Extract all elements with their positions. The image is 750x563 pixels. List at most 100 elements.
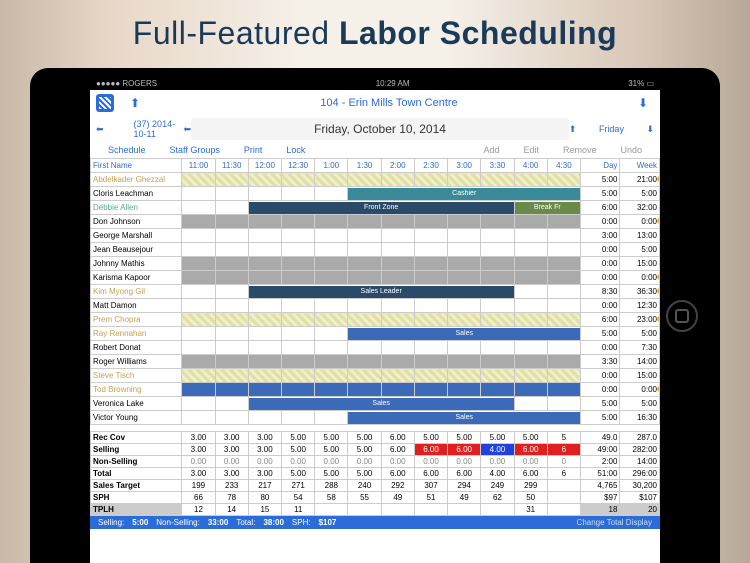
time-cell[interactable] xyxy=(514,271,547,285)
time-cell[interactable] xyxy=(315,313,348,327)
time-cell[interactable] xyxy=(282,229,315,243)
staff-name[interactable]: Cloris Leachman xyxy=(91,187,182,201)
time-cell[interactable] xyxy=(414,229,447,243)
shift-bar[interactable]: Sales xyxy=(348,327,581,341)
schedule-table[interactable]: First Name11:0011:3012:0012:301:001:302:… xyxy=(90,158,660,425)
col-time[interactable]: 4:30 xyxy=(547,159,580,173)
time-cell[interactable] xyxy=(547,299,580,313)
staff-name[interactable]: Debbie Allen xyxy=(91,201,182,215)
time-cell[interactable] xyxy=(248,187,281,201)
time-cell[interactable] xyxy=(481,299,514,313)
time-cell[interactable] xyxy=(514,257,547,271)
time-cell[interactable] xyxy=(215,285,248,299)
time-cell[interactable] xyxy=(414,313,447,327)
time-cell[interactable] xyxy=(481,271,514,285)
col-time[interactable]: 3:30 xyxy=(481,159,514,173)
time-cell[interactable] xyxy=(282,187,315,201)
time-cell[interactable] xyxy=(282,355,315,369)
time-cell[interactable] xyxy=(182,411,215,425)
time-cell[interactable] xyxy=(448,215,481,229)
time-cell[interactable] xyxy=(282,271,315,285)
col-time[interactable]: 2:30 xyxy=(414,159,447,173)
time-cell[interactable] xyxy=(248,355,281,369)
time-cell[interactable] xyxy=(282,341,315,355)
time-cell[interactable] xyxy=(381,173,414,187)
time-cell[interactable] xyxy=(381,313,414,327)
time-cell[interactable] xyxy=(448,299,481,313)
time-cell[interactable] xyxy=(381,299,414,313)
time-cell[interactable] xyxy=(215,201,248,215)
time-cell[interactable] xyxy=(248,173,281,187)
time-cell[interactable] xyxy=(182,201,215,215)
time-cell[interactable] xyxy=(315,369,348,383)
time-cell[interactable] xyxy=(381,229,414,243)
next-week-icon[interactable]: ⬇ xyxy=(646,124,654,135)
time-cell[interactable] xyxy=(315,173,348,187)
prev-day-icon[interactable]: ⬅ xyxy=(184,124,192,135)
time-cell[interactable] xyxy=(448,313,481,327)
time-cell[interactable] xyxy=(481,355,514,369)
time-cell[interactable] xyxy=(348,271,381,285)
nav-up-icon[interactable]: ⬆ xyxy=(124,96,146,110)
time-cell[interactable] xyxy=(547,383,580,397)
col-time[interactable]: 3:00 xyxy=(448,159,481,173)
staff-name[interactable]: George Marshall xyxy=(91,229,182,243)
time-cell[interactable] xyxy=(348,173,381,187)
time-cell[interactable] xyxy=(448,355,481,369)
time-cell[interactable] xyxy=(248,327,281,341)
time-cell[interactable] xyxy=(414,355,447,369)
time-cell[interactable] xyxy=(414,215,447,229)
time-cell[interactable] xyxy=(182,257,215,271)
time-cell[interactable] xyxy=(182,271,215,285)
time-cell[interactable] xyxy=(348,299,381,313)
time-cell[interactable] xyxy=(248,383,281,397)
staff-name[interactable]: Prem Chopra xyxy=(91,313,182,327)
time-cell[interactable] xyxy=(182,173,215,187)
time-cell[interactable] xyxy=(514,215,547,229)
time-cell[interactable] xyxy=(248,313,281,327)
col-time[interactable]: 4:00 xyxy=(514,159,547,173)
schedule-button[interactable]: Schedule xyxy=(96,145,158,155)
time-cell[interactable] xyxy=(282,327,315,341)
edit-button[interactable]: Edit xyxy=(511,145,551,155)
remove-button[interactable]: Remove xyxy=(551,145,609,155)
staff-name[interactable]: Karisma Kapoor xyxy=(91,271,182,285)
time-cell[interactable] xyxy=(381,341,414,355)
shift-bar[interactable]: Sales xyxy=(248,397,514,411)
time-cell[interactable] xyxy=(315,187,348,201)
time-cell[interactable] xyxy=(514,173,547,187)
time-cell[interactable] xyxy=(348,341,381,355)
app-logo-icon[interactable] xyxy=(96,94,114,112)
time-cell[interactable] xyxy=(315,215,348,229)
staff-name[interactable]: Steve Tisch xyxy=(91,369,182,383)
time-cell[interactable] xyxy=(348,243,381,257)
time-cell[interactable] xyxy=(215,187,248,201)
time-cell[interactable] xyxy=(481,229,514,243)
time-cell[interactable] xyxy=(182,341,215,355)
time-cell[interactable] xyxy=(315,229,348,243)
time-cell[interactable] xyxy=(514,243,547,257)
nav-down-icon[interactable]: ⬇ xyxy=(632,96,654,110)
staff-name[interactable]: Robert Donat xyxy=(91,341,182,355)
time-cell[interactable] xyxy=(481,383,514,397)
add-button[interactable]: Add xyxy=(471,145,511,155)
col-time[interactable]: 1:30 xyxy=(348,159,381,173)
staff-name[interactable]: Johnny Mathis xyxy=(91,257,182,271)
time-cell[interactable] xyxy=(315,341,348,355)
staff-name[interactable]: Ray Rennahan xyxy=(91,327,182,341)
date-long[interactable]: Friday, October 10, 2014 xyxy=(191,118,569,140)
time-cell[interactable] xyxy=(348,215,381,229)
change-total-button[interactable]: Change Total Display xyxy=(573,518,656,527)
time-cell[interactable] xyxy=(215,271,248,285)
staff-name[interactable]: Roger Williams xyxy=(91,355,182,369)
time-cell[interactable] xyxy=(481,313,514,327)
time-cell[interactable] xyxy=(448,341,481,355)
home-button[interactable] xyxy=(666,300,698,332)
staff-name[interactable]: Veronica Lake xyxy=(91,397,182,411)
time-cell[interactable] xyxy=(481,257,514,271)
time-cell[interactable] xyxy=(547,341,580,355)
time-cell[interactable] xyxy=(481,173,514,187)
time-cell[interactable] xyxy=(282,243,315,257)
col-time[interactable]: 12:30 xyxy=(282,159,315,173)
time-cell[interactable] xyxy=(182,383,215,397)
